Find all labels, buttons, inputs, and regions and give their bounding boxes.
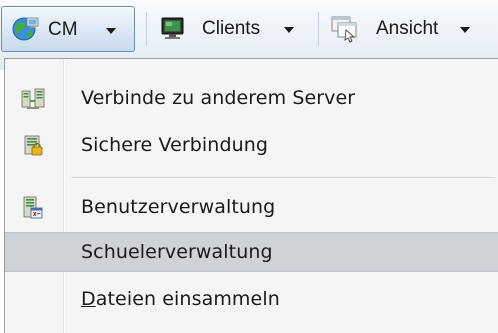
menu-item-user-management[interactable]: Benutzerverwaltung — [5, 187, 498, 227]
secure-connection-icon — [21, 134, 43, 156]
user-management-icon — [21, 196, 43, 219]
cm-dropdown-menu: Verbinde zu anderem Server Sichere Verbi… — [4, 58, 498, 333]
chevron-down-icon — [284, 27, 294, 33]
cm-menu-button[interactable]: CM — [1, 6, 135, 52]
monitor-icon — [160, 17, 186, 47]
menu-separator — [71, 177, 495, 179]
app-window: CM Clients Ansicht Verbinde zu anderem S… — [0, 0, 498, 333]
clients-menu-label: Clients — [202, 18, 261, 39]
menu-item-collect-files[interactable]: Dateien einsammeln — [5, 279, 498, 319]
view-icon — [330, 15, 360, 49]
menu-item-accelerator: D — [81, 288, 96, 310]
chevron-down-icon — [106, 28, 116, 34]
menu-item-secure-connection[interactable]: Sichere Verbindung — [5, 125, 498, 165]
cm-menu-label: CM — [48, 19, 78, 40]
menu-item-connect-other-server[interactable]: Verbinde zu anderem Server — [5, 78, 498, 118]
menu-item-label-rest: ateien einsammeln — [95, 288, 280, 310]
network-globe-icon — [10, 14, 40, 50]
toolbar-separator — [318, 12, 319, 46]
menu-item-label: Schuelerverwaltung — [81, 241, 273, 263]
menu-item-student-management[interactable]: Schuelerverwaltung — [5, 232, 498, 272]
toolbar-separator — [146, 12, 147, 46]
server-connect-icon — [21, 87, 45, 109]
menu-item-label: Sichere Verbindung — [81, 134, 269, 156]
ansicht-menu-label: Ansicht — [376, 18, 439, 39]
menu-item-label: Verbinde zu anderem Server — [81, 87, 356, 109]
chevron-down-icon — [460, 27, 470, 33]
menu-item-label: Dateien einsammeln — [81, 288, 280, 310]
ansicht-menu-button[interactable]: Ansicht — [326, 6, 486, 52]
clients-menu-button[interactable]: Clients — [152, 6, 310, 52]
menu-item-label: Benutzerverwaltung — [81, 196, 276, 218]
